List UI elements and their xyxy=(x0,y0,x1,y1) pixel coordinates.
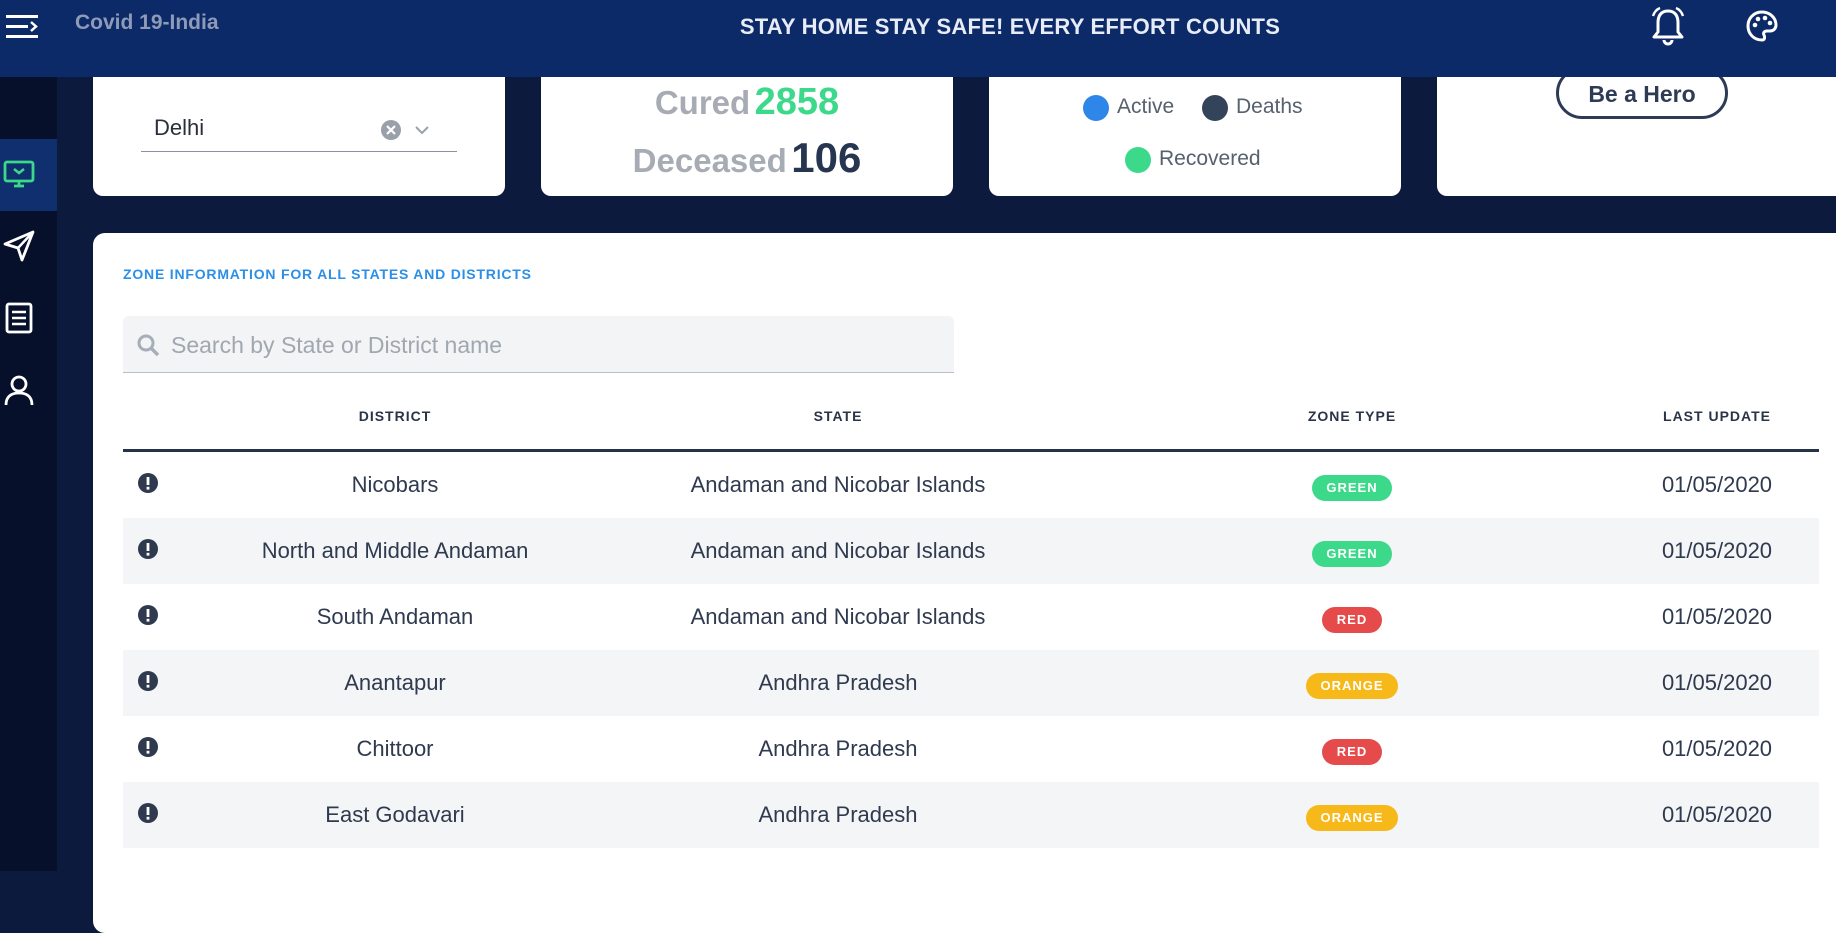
last-update-cell: 01/05/2020 xyxy=(1661,670,1773,695)
legend-deaths[interactable]: Deaths xyxy=(1236,95,1303,119)
cured-label: Cured xyxy=(654,84,751,121)
district-cell: Anantapur xyxy=(344,670,446,695)
table-row[interactable]: North and Middle Andaman Andaman and Nico… xyxy=(123,518,1819,584)
info-icon[interactable] xyxy=(137,670,159,692)
main-content: Delhi Cured 2858 Deceased 106 Active Dea… xyxy=(57,37,1836,933)
top-header: Covid 19-India STAY HOME STAY SAFE! EVER… xyxy=(0,0,1836,77)
state-select[interactable]: Delhi xyxy=(141,107,457,152)
zone-badge: ORANGE xyxy=(1306,805,1398,831)
zone-section-title: ZONE INFORMATION FOR ALL STATES AND DIST… xyxy=(123,266,532,282)
zone-table: DISTRICT STATE ZONE TYPE LAST UPDATE Nic… xyxy=(123,398,1819,848)
zone-information-panel: ZONE INFORMATION FOR ALL STATES AND DIST… xyxy=(93,233,1836,933)
state-select-value: Delhi xyxy=(154,115,205,140)
zone-badge: GREEN xyxy=(1312,541,1392,567)
legend-recovered-dot xyxy=(1125,147,1151,173)
state-cell: Andhra Pradesh xyxy=(758,802,918,827)
state-cell: Andaman and Nicobar Islands xyxy=(690,538,986,563)
column-header-last-update[interactable]: LAST UPDATE xyxy=(1617,408,1817,424)
column-header-district[interactable]: DISTRICT xyxy=(295,408,495,424)
send-icon xyxy=(3,230,35,262)
info-icon[interactable] xyxy=(137,802,159,824)
nav-item-news[interactable] xyxy=(0,283,57,355)
state-cell: Andaman and Nicobar Islands xyxy=(690,472,986,497)
nav-item-dashboard[interactable] xyxy=(0,139,57,211)
zone-badge: ORANGE xyxy=(1306,673,1398,699)
state-cell: Andhra Pradesh xyxy=(758,670,918,695)
search-icon xyxy=(137,334,160,357)
header-banner: STAY HOME STAY SAFE! EVERY EFFORT COUNTS xyxy=(739,14,1281,39)
cured-stat: Cured 2858 xyxy=(541,81,953,124)
info-icon[interactable] xyxy=(137,736,159,758)
side-navigation xyxy=(0,77,57,871)
info-icon[interactable] xyxy=(137,472,159,494)
info-icon[interactable] xyxy=(137,538,159,560)
palette-icon[interactable] xyxy=(1745,9,1779,43)
table-row[interactable]: Chittoor Andhra Pradesh RED 01/05/2020 xyxy=(123,716,1819,782)
last-update-cell: 01/05/2020 xyxy=(1661,736,1773,761)
last-update-cell: 01/05/2020 xyxy=(1661,538,1773,563)
last-update-cell: 01/05/2020 xyxy=(1661,604,1773,629)
column-header-state[interactable]: STATE xyxy=(738,408,938,424)
table-row[interactable]: South Andaman Andaman and Nicobar Islands… xyxy=(123,584,1819,650)
clear-icon[interactable] xyxy=(380,119,402,141)
notification-bell-icon[interactable] xyxy=(1649,6,1687,46)
district-cell: East Godavari xyxy=(325,802,465,827)
monitor-icon xyxy=(3,160,35,188)
zone-badge: GREEN xyxy=(1312,475,1392,501)
district-cell: North and Middle Andaman xyxy=(261,538,529,563)
cured-value: 2858 xyxy=(754,81,840,123)
user-icon xyxy=(4,375,34,406)
zone-search-box[interactable] xyxy=(123,316,954,374)
document-icon xyxy=(5,302,33,334)
state-cell: Andaman and Nicobar Islands xyxy=(690,604,986,629)
chevron-down-icon[interactable] xyxy=(413,121,431,139)
legend-deaths-dot xyxy=(1202,95,1228,121)
legend-recovered[interactable]: Recovered xyxy=(1159,147,1261,171)
zone-badge: RED xyxy=(1322,739,1382,765)
table-row[interactable]: Nicobars Andaman and Nicobar Islands GREEN… xyxy=(123,452,1819,518)
legend-active[interactable]: Active xyxy=(1117,95,1174,119)
nav-item-profile[interactable] xyxy=(0,355,57,427)
column-header-zone-type[interactable]: ZONE TYPE xyxy=(1252,408,1452,424)
info-icon[interactable] xyxy=(137,604,159,626)
state-cell: Andhra Pradesh xyxy=(758,736,918,761)
zone-badge: RED xyxy=(1322,607,1382,633)
deceased-stat: Deceased 106 xyxy=(541,134,953,182)
table-header: DISTRICT STATE ZONE TYPE LAST UPDATE xyxy=(123,398,1819,452)
search-input[interactable] xyxy=(169,316,933,374)
district-cell: Chittoor xyxy=(356,736,434,761)
district-cell: South Andaman xyxy=(316,604,474,629)
district-cell: Nicobars xyxy=(351,472,439,497)
table-row[interactable]: Anantapur Andhra Pradesh ORANGE 01/05/2020 xyxy=(123,650,1819,716)
deceased-value: 106 xyxy=(791,134,862,181)
nav-item-travel[interactable] xyxy=(0,211,57,283)
table-row[interactable]: East Godavari Andhra Pradesh ORANGE 01/05/2… xyxy=(123,782,1819,848)
deceased-label: Deceased xyxy=(632,142,787,179)
last-update-cell: 01/05/2020 xyxy=(1661,802,1773,827)
last-update-cell: 01/05/2020 xyxy=(1661,472,1773,497)
legend-active-dot xyxy=(1083,95,1109,121)
table-body: Nicobars Andaman and Nicobar Islands GREEN… xyxy=(123,452,1819,848)
